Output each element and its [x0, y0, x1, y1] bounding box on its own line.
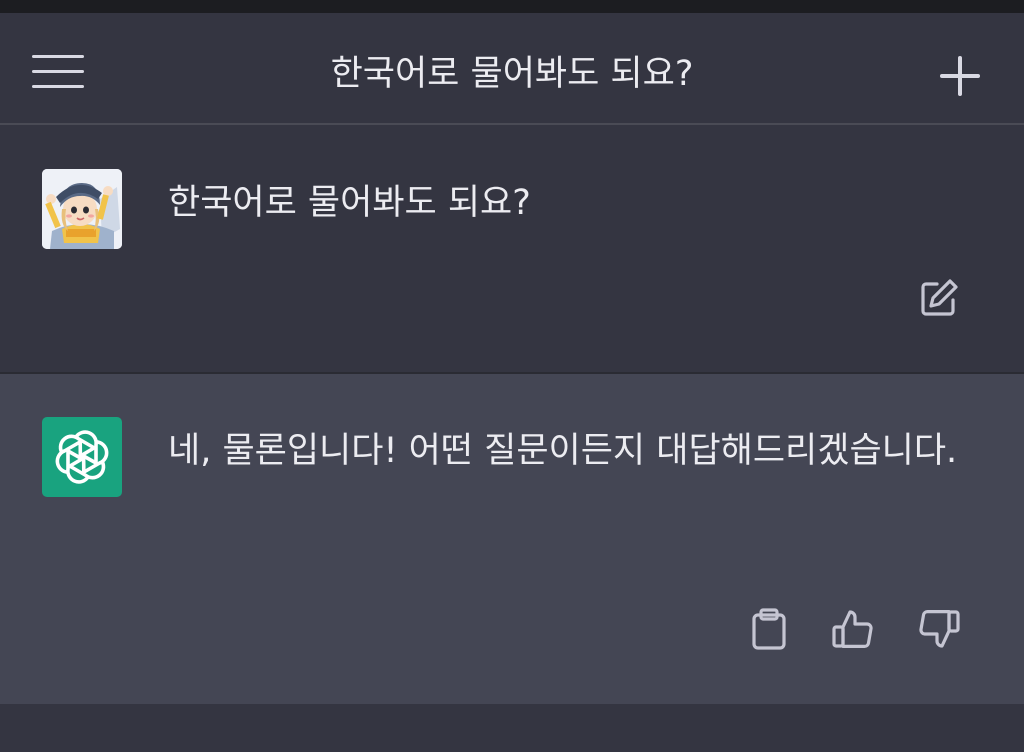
copy-button[interactable]	[746, 606, 792, 652]
chat-screen: 한국어로 물어봐도 되요? 한국어로 물어봐도 되요? 네, 물론입니다! 어떤…	[0, 0, 1024, 752]
thumbs-up-button[interactable]	[830, 606, 876, 652]
edit-icon	[921, 279, 958, 316]
conversation-title: 한국어로 물어봐도 되요?	[330, 54, 694, 94]
user-message-text: 한국어로 물어봐도 되요?	[168, 183, 531, 223]
thumbs-down-icon	[919, 610, 960, 648]
edit-message-button[interactable]	[916, 275, 962, 321]
assistant-message: 네, 물론입니다! 어떤 질문이든지 대답해드리겠습니다.	[0, 374, 1024, 704]
assistant-avatar	[42, 417, 122, 497]
user-avatar	[42, 169, 122, 249]
bottom-area	[0, 704, 1024, 752]
top-bar: 한국어로 물어봐도 되요?	[0, 13, 1024, 125]
openai-logo-icon	[55, 430, 109, 484]
clipboard-icon	[752, 608, 786, 650]
menu-button[interactable]	[30, 51, 86, 91]
user-message: 한국어로 물어봐도 되요?	[0, 125, 1024, 374]
thumbs-down-button[interactable]	[916, 606, 962, 652]
assistant-message-text: 네, 물론입니다! 어떤 질문이든지 대답해드리겠습니다.	[168, 431, 958, 471]
thumbs-up-icon	[832, 610, 873, 648]
status-bar	[0, 0, 1024, 13]
new-chat-button[interactable]	[934, 51, 986, 103]
